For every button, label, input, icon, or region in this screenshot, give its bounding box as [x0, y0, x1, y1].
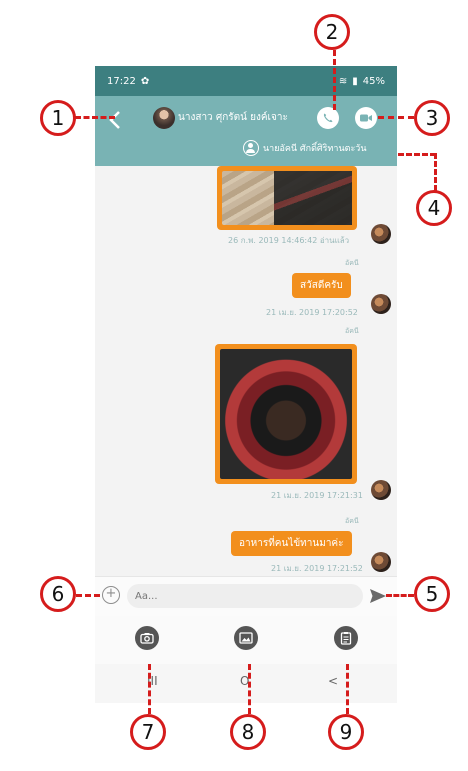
sender-name: อัคนี [345, 517, 359, 525]
system-nav-bar: III O < [95, 664, 397, 703]
callout-3-leader [378, 116, 414, 119]
voice-call-button[interactable] [317, 107, 339, 129]
callout-2-leader [333, 50, 336, 110]
status-bar: 17:22 ✿ ≋ ▮ 45% [95, 66, 397, 96]
status-time: 17:22 [107, 75, 136, 87]
signal-icon: ▮ [352, 75, 358, 87]
callout-9-leader [346, 664, 349, 714]
message-timestamp: 21 เม.ย. 2019 17:21:52 [271, 564, 363, 573]
callout-7: 7 [130, 714, 166, 750]
notification-icon: ✿ [140, 75, 150, 87]
battery-text: 45% [362, 75, 385, 87]
callout-6: 6 [40, 576, 76, 612]
callout-7-leader [148, 664, 151, 714]
sender-avatar [371, 294, 391, 314]
callout-9: 9 [328, 714, 364, 750]
phone-screen: 17:22 ✿ ≋ ▮ 45% นางสาว ศุกรัตน์ ยงค์เจาะ… [95, 66, 397, 703]
callout-6-leader [76, 594, 100, 597]
user-icon [243, 140, 259, 156]
video-camera-icon [360, 114, 372, 122]
message-input[interactable] [127, 584, 363, 608]
sender-avatar [371, 224, 391, 244]
callout-8: 8 [230, 714, 266, 750]
phone-icon [323, 113, 333, 123]
message-timestamp: 21 เม.ย. 2019 17:21:31 [271, 491, 363, 500]
message-timestamp: 21 เม.ย. 2019 17:20:52 [266, 308, 358, 317]
member-name: นายอัคนี ศักดิ์ศิริทานตะวัน [263, 144, 367, 154]
camera-button[interactable] [135, 626, 159, 650]
document-button[interactable] [334, 626, 358, 650]
sender-name: อัคนี [345, 327, 359, 335]
callout-4: 4 [416, 190, 452, 226]
image-message-3[interactable] [215, 344, 357, 484]
nav-back-button[interactable]: < [328, 674, 338, 688]
attachment-toolbar [95, 616, 397, 664]
clipboard-icon [340, 632, 352, 645]
back-button[interactable] [105, 108, 125, 132]
food-photo [220, 349, 352, 479]
chevron-left-icon [109, 111, 120, 129]
callout-4-leader [398, 153, 436, 156]
camera-icon [140, 633, 154, 644]
contact-avatar[interactable] [153, 107, 175, 129]
message-composer: + [95, 576, 397, 617]
callout-2: 2 [314, 14, 350, 50]
callout-5-leader [386, 594, 414, 597]
wooden-table-photo [222, 171, 352, 225]
sender-avatar [371, 552, 391, 572]
sender-name: อัคนี [345, 259, 359, 267]
wifi-icon: ≋ [338, 75, 348, 87]
callout-8-leader [248, 664, 251, 714]
send-icon[interactable] [369, 588, 387, 604]
member-info[interactable]: นายอัคนี ศักดิ์ศิริทานตะวัน [243, 140, 367, 156]
video-call-button[interactable] [355, 107, 377, 129]
callout-1: 1 [40, 100, 76, 136]
sender-avatar [371, 480, 391, 500]
plus-button[interactable]: + [102, 586, 120, 604]
callout-4-leader-vertical [434, 153, 437, 191]
contact-name: นางสาว ศุกรัตน์ ยงค์เจาะ [178, 112, 288, 123]
image-message-1[interactable] [217, 166, 357, 230]
callout-3: 3 [414, 100, 450, 136]
message-list[interactable]: 26 ก.พ. 2019 14:46:42 อ่านแล้ว อัคนี สวั… [95, 166, 397, 576]
text-message-4[interactable]: อาหารที่คนไข้ทานมาค่ะ [231, 531, 352, 556]
gallery-button[interactable] [234, 626, 258, 650]
chat-header: นางสาว ศุกรัตน์ ยงค์เจาะ นายอัคนี ศักดิ์… [95, 96, 397, 166]
text-message-2[interactable]: สวัสดีครับ [292, 273, 351, 298]
message-timestamp: 26 ก.พ. 2019 14:46:42 อ่านแล้ว [228, 236, 350, 245]
callout-1-leader [75, 116, 115, 119]
gallery-icon [239, 632, 253, 644]
callout-5: 5 [414, 576, 450, 612]
